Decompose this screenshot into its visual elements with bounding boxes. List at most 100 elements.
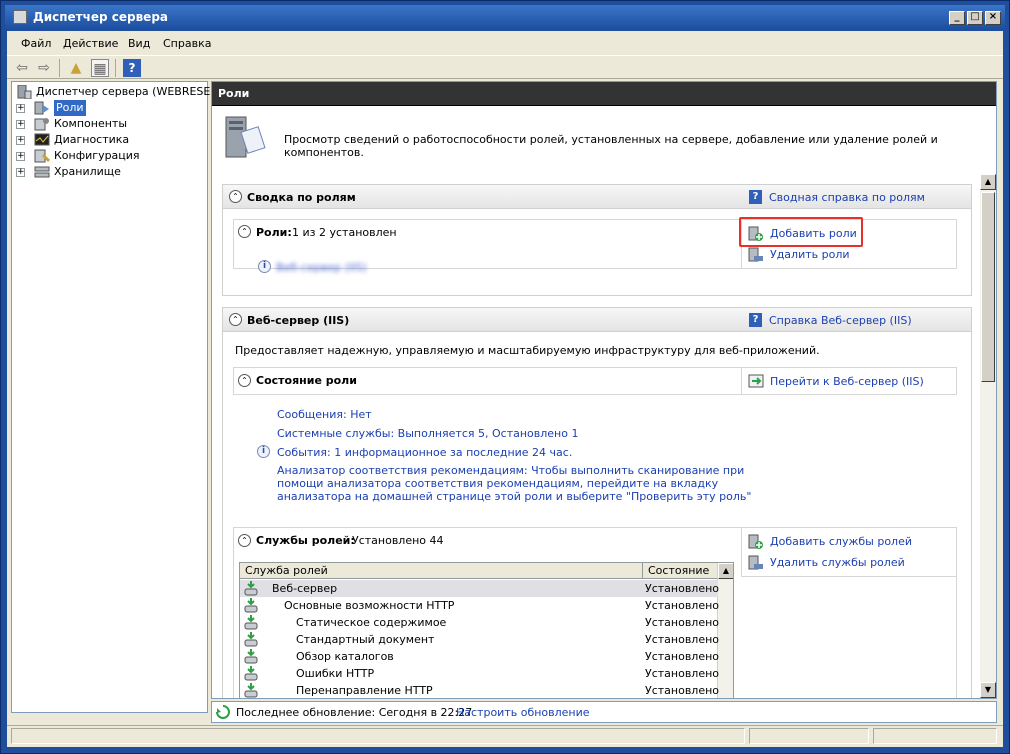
table-row[interactable]: Веб-сервер Установлено <box>240 580 720 597</box>
goto-iis-link[interactable]: Перейти к Веб-сервер (IIS) <box>770 375 924 388</box>
add-role-services-icon <box>748 534 763 549</box>
table-row[interactable]: Статическое содержимое Установлено <box>240 614 720 631</box>
installed-icon <box>244 615 258 630</box>
installed-icon <box>244 666 258 681</box>
role-services-table: Служба ролей Состояние ▲ Веб-сервер Устан… <box>239 562 734 698</box>
diagnostics-icon <box>34 133 50 146</box>
goto-iis-action: Перейти к Веб-сервер (IIS) <box>741 367 957 395</box>
iis-section: ⌃ Веб-сервер (IIS) ? Справка Веб-сервер … <box>222 307 972 698</box>
column-header-service[interactable]: Служба ролей <box>240 563 643 579</box>
scroll-down-button[interactable]: ▼ <box>980 682 996 698</box>
collapse-chevron-icon[interactable]: ⌃ <box>238 534 251 547</box>
toolbar: ⇦ ⇨ ▲ ▦ ? <box>7 55 1003 79</box>
scroll-up-button[interactable]: ▲ <box>980 174 996 190</box>
configure-update-link[interactable]: Настроить обновление <box>456 704 590 722</box>
iis-section-header: ⌃ Веб-сервер (IIS) ? Справка Веб-сервер … <box>223 308 971 332</box>
role-service-name: Статическое содержимое <box>296 616 447 629</box>
roles-summary-section: ⌃ Сводка по ролям ? Сводная справка по р… <box>222 184 972 296</box>
content-pane: Роли Просмотр сведений о работоспособнос… <box>211 81 997 699</box>
info-icon: i <box>258 260 271 273</box>
table-row[interactable]: Основные возможности HTTP Установлено <box>240 597 720 614</box>
collapse-chevron-icon[interactable]: ⌃ <box>238 374 251 387</box>
role-services-label: Службы ролей: <box>256 534 355 547</box>
menu-file[interactable]: Файл <box>21 37 51 50</box>
table-scroll-up-button[interactable]: ▲ <box>718 563 733 579</box>
collapse-chevron-icon[interactable]: ⌃ <box>238 225 251 238</box>
toolbar-separator <box>59 59 60 77</box>
blurred-role-link[interactable]: Веб-сервер (IIS) <box>276 261 367 274</box>
help-book-icon: ? <box>749 190 762 204</box>
analyzer-line-1[interactable]: Анализатор соответствия рекомендациям: Ч… <box>277 464 744 477</box>
server-manager-icon <box>13 10 27 24</box>
role-service-status: Установлено <box>645 616 720 629</box>
collapse-chevron-icon[interactable]: ⌃ <box>229 313 242 326</box>
server-manager-window: Диспетчер сервера _ □ × Файл Действие Ви… <box>0 0 1010 754</box>
role-service-status: Установлено <box>645 582 720 595</box>
table-scrollbar[interactable]: ▲ <box>717 563 733 698</box>
roles-count: 1 из 2 установлен <box>292 226 397 239</box>
tree-item-diagnostics-label: Диагностика <box>54 133 130 146</box>
close-button[interactable]: × <box>985 11 1001 25</box>
pane-header: Роли <box>212 82 996 106</box>
role-service-status: Установлено <box>645 633 720 646</box>
analyzer-line-2[interactable]: помощи анализатора соответствия рекоменд… <box>277 477 718 490</box>
expand-icon[interactable]: + <box>16 168 25 177</box>
role-service-name: Перенаправление HTTP <box>296 684 433 697</box>
menu-help[interactable]: Справка <box>163 37 211 50</box>
up-folder-icon[interactable]: ▲ <box>67 59 85 77</box>
last-update-bar: Последнее обновление: Сегодня в 22:27 На… <box>211 701 997 723</box>
installed-icon <box>244 581 258 596</box>
table-row[interactable]: Обзор каталогов Установлено <box>240 648 719 665</box>
tree-item-storage-label: Хранилище <box>54 165 121 178</box>
iis-section-title: Веб-сервер (IIS) <box>247 314 350 327</box>
system-services-link[interactable]: Системные службы: Выполняется 5, Останов… <box>277 427 578 440</box>
content-scrollbar[interactable]: ▲ ▼ <box>980 174 996 698</box>
show-hide-tree-icon[interactable]: ▦ <box>91 59 109 77</box>
events-link[interactable]: События: 1 информационное за последние 2… <box>277 446 572 459</box>
menu-action[interactable]: Действие <box>63 37 118 50</box>
expand-icon[interactable]: + <box>16 104 25 113</box>
features-icon <box>34 118 49 131</box>
status-pane-3 <box>873 728 997 744</box>
scroll-thumb[interactable] <box>981 192 995 382</box>
info-icon: i <box>257 445 270 458</box>
status-bar <box>7 725 1003 745</box>
messages-link[interactable]: Сообщения: Нет <box>277 408 372 421</box>
remove-roles-link[interactable]: Удалить роли <box>770 248 850 261</box>
role-service-status: Установлено <box>645 667 720 680</box>
collapse-chevron-icon[interactable]: ⌃ <box>229 190 242 203</box>
installed-icon <box>244 683 258 698</box>
table-row[interactable]: Стандартный документ Установлено <box>240 631 720 648</box>
role-service-name: Веб-сервер <box>272 582 338 595</box>
title-bar: Диспетчер сервера _ □ × <box>5 5 1005 29</box>
analyzer-line-3[interactable]: анализатора на домашней странице этой ро… <box>277 490 751 503</box>
expand-icon[interactable]: + <box>16 152 25 161</box>
role-service-name: Стандартный документ <box>296 633 435 646</box>
role-service-status: Установлено <box>645 599 720 612</box>
role-service-name: Обзор каталогов <box>296 650 394 663</box>
back-arrow-icon[interactable]: ⇦ <box>13 59 31 77</box>
table-row[interactable]: Перенаправление HTTP Установлено <box>240 682 719 698</box>
maximize-button[interactable]: □ <box>967 11 983 25</box>
iis-help-link[interactable]: Справка Веб-сервер (IIS) <box>769 314 912 327</box>
role-state-title: Состояние роли <box>256 374 357 387</box>
forward-arrow-icon[interactable]: ⇨ <box>35 59 53 77</box>
toolbar-separator <box>115 59 116 77</box>
expand-icon[interactable]: + <box>16 136 25 145</box>
table-row[interactable]: Ошибки HTTP Установлено <box>240 665 720 682</box>
tree-item-roles-label: Роли <box>54 100 86 116</box>
refresh-icon <box>216 705 230 719</box>
menu-view[interactable]: Вид <box>128 37 150 50</box>
expand-icon[interactable]: + <box>16 120 25 129</box>
remove-role-services-icon <box>748 555 763 570</box>
role-services-actions: Добавить службы ролей Удалить службы рол… <box>741 527 957 577</box>
roles-summary-help-link[interactable]: Сводная справка по ролям <box>769 191 925 204</box>
roles-summary-header: ⌃ Сводка по ролям ? Сводная справка по р… <box>223 185 971 209</box>
help-icon[interactable]: ? <box>123 59 141 77</box>
remove-role-services-link[interactable]: Удалить службы ролей <box>770 556 905 569</box>
minimize-button[interactable]: _ <box>949 11 965 25</box>
menu-bar: Файл Действие Вид Справка <box>7 31 1003 55</box>
add-role-services-link[interactable]: Добавить службы ролей <box>770 535 912 548</box>
tree-item-features-label: Компоненты <box>54 117 128 130</box>
column-header-status[interactable]: Состояние <box>643 563 718 579</box>
